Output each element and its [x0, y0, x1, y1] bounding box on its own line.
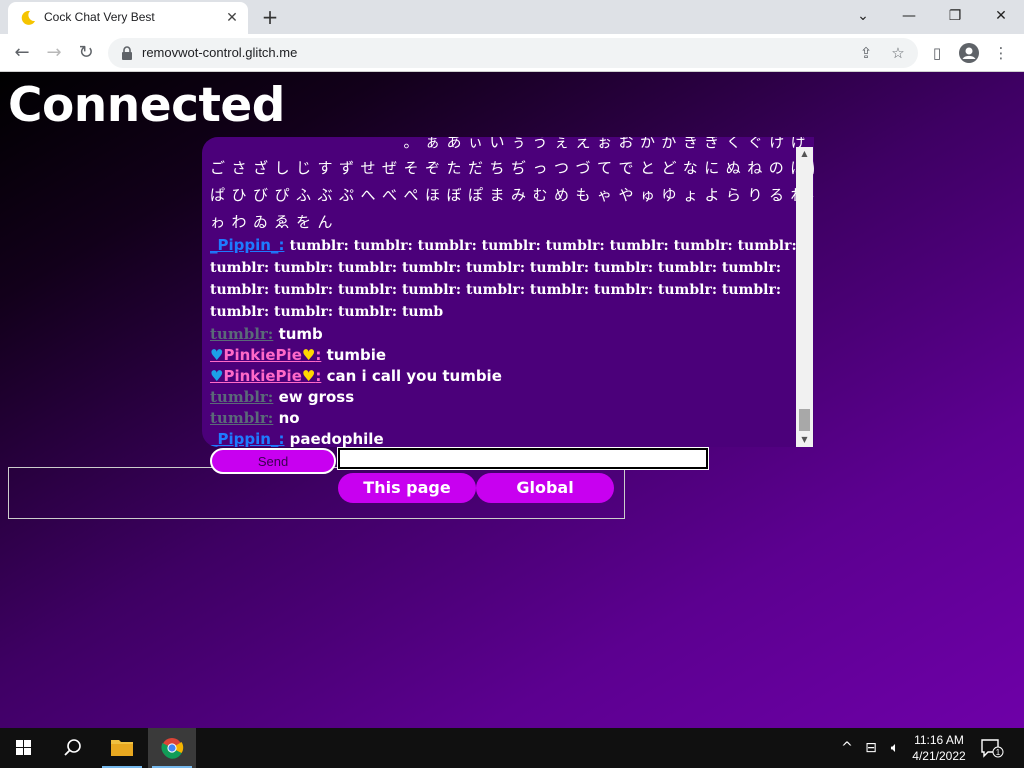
search-icon[interactable] [48, 728, 96, 768]
message-text: can i call you tumbie [326, 367, 502, 385]
author-separator: : [315, 367, 322, 385]
chat-message: _Pippin_: paedophile [210, 429, 798, 447]
folder-icon [111, 740, 133, 756]
file-explorer-taskbar-item[interactable] [98, 728, 146, 768]
browser-toolbar: ← → ↻ removwot-control.glitch.me ⇪ ☆ ▯ ⋮ [0, 34, 1024, 72]
scroll-down-icon[interactable]: ▼ [796, 433, 813, 447]
tab-search-icon[interactable]: ⌄ [840, 0, 886, 34]
reload-icon[interactable]: ↻ [72, 39, 100, 67]
side-panel-icon[interactable]: ▯ [926, 42, 948, 64]
yellow-heart-icon: ♥ [301, 367, 316, 385]
japanese-line: ぱひびぴふぶぷへべぺほぼぽまみむめもゃやゅゆょよらりるれろ [210, 186, 814, 204]
this-page-button[interactable]: This page [338, 473, 476, 503]
author-name: PinkiePie [223, 346, 302, 364]
author-separator: : [315, 346, 322, 364]
message-text: paedophile [289, 430, 384, 447]
bookmark-star-icon[interactable]: ☆ [888, 43, 908, 63]
chat-message: _Pippin_: tumblr: tumblr: tumblr: tumblr… [210, 235, 798, 323]
message-author-link[interactable]: ♥PinkiePie♥: [210, 346, 321, 364]
tray-chevron-icon[interactable]: ^ [838, 738, 856, 758]
clock[interactable]: 11:16 AM 4/21/2022 [908, 732, 970, 764]
tab-title: Cock Chat Very Best [44, 10, 155, 24]
window-close-icon[interactable]: ✕ [978, 0, 1024, 34]
volume-icon[interactable]: 🔈︎ [886, 738, 904, 758]
author-name: _Pippin_ [210, 430, 279, 447]
moon-favicon-icon [21, 10, 35, 25]
message-text: no [278, 409, 300, 427]
share-icon[interactable]: ⇪ [856, 43, 876, 63]
chat-scrollbar[interactable]: ▲ ▼ [796, 147, 813, 447]
scroll-up-icon[interactable]: ▲ [796, 147, 813, 161]
blue-heart-icon: ♥ [210, 346, 224, 364]
chat-message: tumblr: ew gross [210, 387, 798, 407]
page-viewport: Connected 。ぁあぃいぅうぇえぉおかがきぎくぐけげこ ごさざしじすずせぜ… [0, 72, 1024, 728]
restore-icon[interactable]: ❐ [932, 0, 978, 34]
message-list: _Pippin_: tumblr: tumblr: tumblr: tumblr… [210, 235, 798, 447]
tab-close-icon[interactable]: ✕ [222, 8, 242, 28]
windows-taskbar: ^ ⊟ 🔈︎ 11:16 AM 4/21/2022 1 [0, 728, 1024, 768]
blue-heart-icon: ♥ [210, 367, 224, 385]
author-name: tumblr: [210, 388, 274, 406]
chat-message-input[interactable] [337, 447, 709, 470]
minimize-icon[interactable]: — [886, 0, 932, 34]
message-author-link[interactable]: ♥PinkiePie♥: [210, 367, 321, 385]
message-author-link[interactable]: _Pippin_: [210, 430, 284, 447]
author-separator: : [278, 430, 285, 447]
notification-icon[interactable]: 1 [980, 738, 1004, 758]
network-icon[interactable]: ⊟ [862, 738, 880, 758]
profile-avatar-icon[interactable] [958, 42, 980, 64]
message-author-link[interactable]: tumblr: [210, 409, 273, 427]
japanese-line: 。ぁあぃいぅうぇえぉおかがきぎくぐけげこ [210, 137, 815, 151]
new-tab-button[interactable]: + [258, 5, 282, 29]
chat-log[interactable]: 。ぁあぃいぅうぇえぉおかがきぎくぐけげこ ごさざしじすずせぜそぞただちぢっつづて… [202, 137, 814, 447]
message-text: tumblr: tumblr: tumblr: tumblr: tumblr: … [210, 238, 797, 320]
message-text: tumbie [326, 346, 387, 364]
scroll-thumb[interactable] [799, 409, 810, 431]
menu-kebab-icon[interactable]: ⋮ [990, 42, 1012, 64]
chrome-icon [161, 738, 184, 759]
author-name: tumblr: [210, 409, 274, 427]
author-name: _Pippin_ [210, 236, 279, 254]
notification-count: 1 [996, 748, 1001, 757]
browser-tab[interactable]: Cock Chat Very Best ✕ [8, 2, 248, 34]
japanese-line: ごさざしじすずせぜそぞただちぢっつづてでとどなにぬねのはば [210, 159, 814, 177]
author-name: PinkiePie [223, 367, 302, 385]
lock-icon [122, 46, 132, 60]
forward-icon[interactable]: → [40, 39, 68, 67]
clock-time: 11:16 AM [914, 733, 964, 747]
message-text: tumb [278, 325, 323, 343]
author-separator: : [278, 236, 285, 254]
japanese-line: ゎわゐゑをん [210, 213, 340, 231]
message-text: ew gross [278, 388, 355, 406]
url-text: removwot-control.glitch.me [142, 45, 298, 60]
chat-message: tumblr: tumb [210, 324, 798, 344]
chrome-taskbar-item[interactable] [148, 728, 196, 768]
address-bar[interactable]: removwot-control.glitch.me ⇪ ☆ [108, 38, 918, 68]
connection-status: Connected [8, 78, 285, 133]
message-author-link[interactable]: tumblr: [210, 388, 273, 406]
send-button[interactable]: Send [210, 448, 336, 474]
windows-start-icon[interactable] [0, 728, 48, 768]
tab-strip: Cock Chat Very Best ✕ + ⌄ — ❐ ✕ [0, 0, 1024, 34]
chat-log-content: 。ぁあぃいぅうぇえぉおかがきぎくぐけげこ ごさざしじすずせぜそぞただちぢっつづて… [210, 137, 815, 447]
back-icon[interactable]: ← [8, 39, 36, 67]
message-author-link[interactable]: tumblr: [210, 325, 273, 343]
author-name: tumblr: [210, 325, 274, 343]
yellow-heart-icon: ♥ [301, 346, 316, 364]
message-author-link[interactable]: _Pippin_: [210, 236, 284, 254]
chat-message: ♥PinkiePie♥: can i call you tumbie [210, 366, 798, 386]
global-button[interactable]: Global [476, 473, 614, 503]
clock-date: 4/21/2022 [912, 749, 966, 763]
chat-message: ♥PinkiePie♥: tumbie [210, 345, 798, 365]
chat-message: tumblr: no [210, 408, 798, 428]
